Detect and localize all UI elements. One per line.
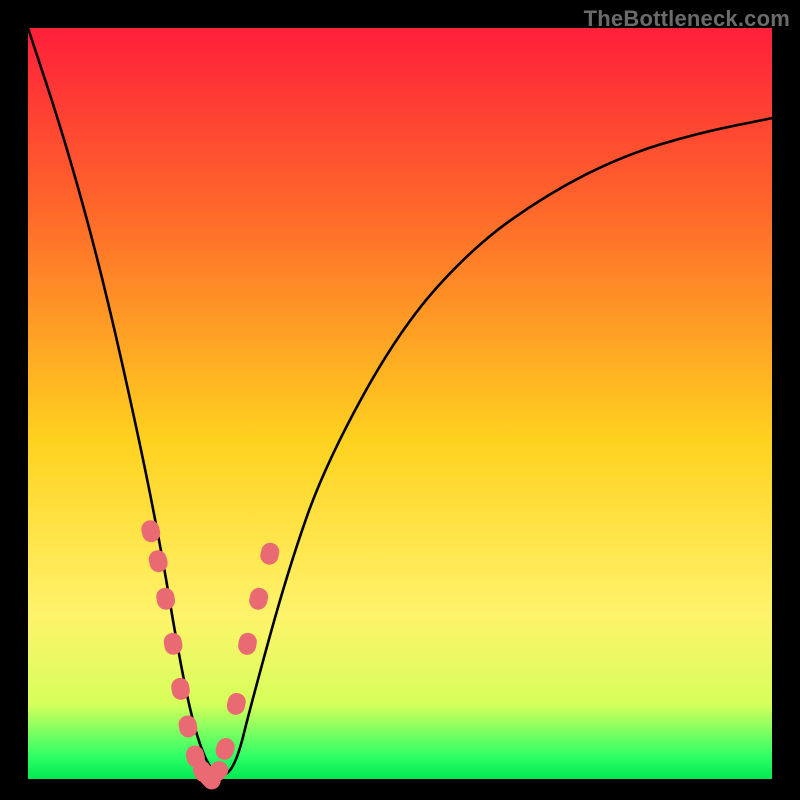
chart-container: TheBottleneck.com [0,0,800,800]
chart-gradient-bg [28,28,772,779]
bottleneck-chart [0,0,800,800]
watermark-text: TheBottleneck.com [584,6,790,32]
